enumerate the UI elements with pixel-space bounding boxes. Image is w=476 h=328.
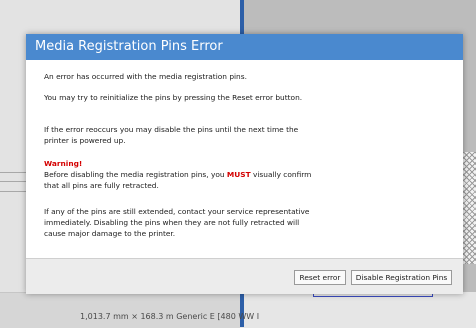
reset-error-button[interactable]: Reset error (294, 270, 346, 285)
background-right-bottom (244, 292, 476, 327)
dialog-content: An error has occurred with the media reg… (26, 60, 463, 259)
message-paragraph-2: You may try to reinitialize the pins by … (44, 92, 320, 103)
warning-text-before: Before disabling the media registration … (44, 170, 227, 179)
status-text: 1,013.7 mm × 168.3 m Generic E [480 WW I (80, 312, 260, 321)
message-text: You may try to reinitialize the pins by … (44, 93, 303, 102)
warning-text: Before disabling the media registration … (44, 169, 320, 191)
message-text: If any of the pins are still extended, c… (44, 207, 310, 238)
message-paragraph-1: An error has occurred with the media reg… (44, 71, 320, 82)
background-status-bar (0, 292, 240, 328)
disable-registration-pins-button[interactable]: Disable Registration Pins (351, 270, 452, 285)
background-lines (0, 172, 26, 192)
error-dialog: Media Registration Pins Error An error h… (26, 34, 463, 294)
message-text: If the error reoccurs you may disable th… (44, 125, 299, 145)
dialog-title: Media Registration Pins Error (35, 39, 223, 54)
dialog-title-bar[interactable]: Media Registration Pins Error (26, 34, 463, 60)
warning-title: Warning! (44, 159, 83, 168)
warning-block: Warning! Before disabling the media regi… (44, 158, 320, 191)
warning-must: MUST (226, 170, 251, 179)
message-text: An error has occurred with the media reg… (44, 72, 247, 81)
message-paragraph-3: If the error reoccurs you may disable th… (44, 124, 320, 146)
message-paragraph-5: If any of the pins are still extended, c… (44, 206, 320, 239)
